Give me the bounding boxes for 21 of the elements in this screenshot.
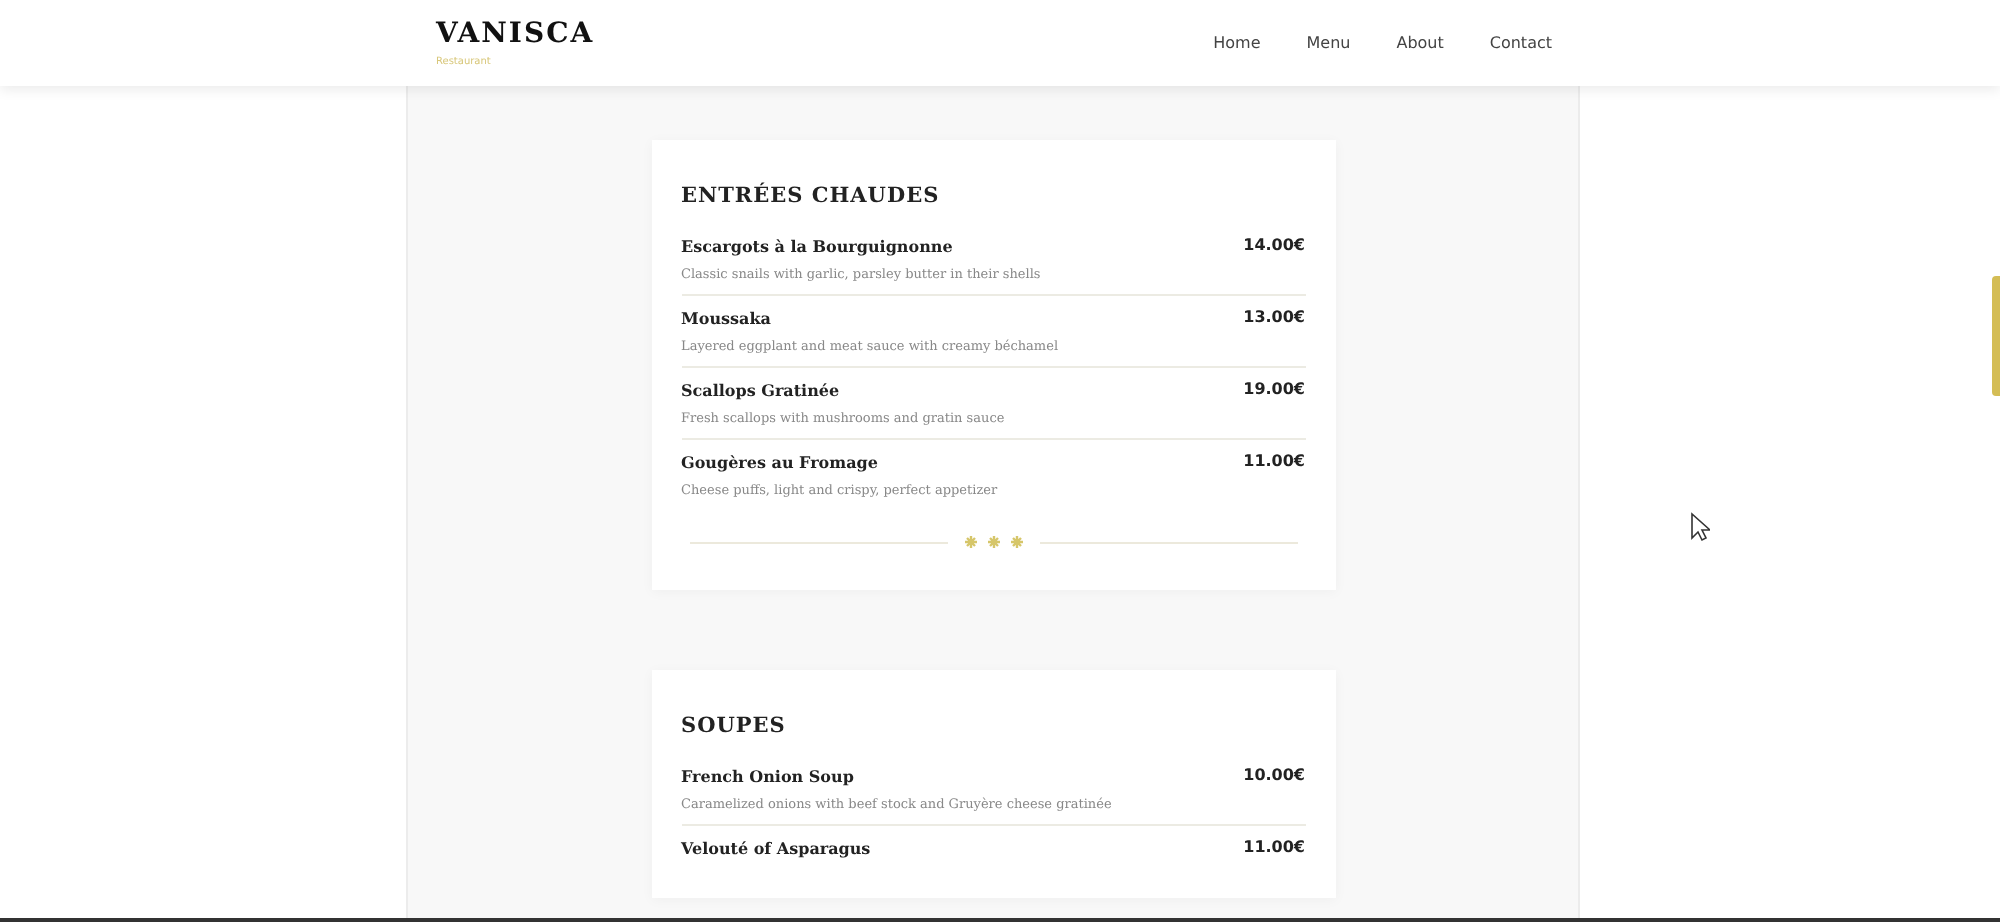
brand-name[interactable]: VANISCA (436, 18, 595, 50)
dish-price: 11.00€ (1243, 452, 1305, 472)
section-title: SOUPES (681, 714, 788, 738)
dish-name: French Onion Soup (681, 766, 854, 786)
scroll-indicator[interactable] (1992, 276, 2000, 396)
nav-link[interactable]: About (1396, 34, 1444, 52)
dish-name: Escargots à la Bourguignonne (681, 236, 953, 256)
nav-link[interactable]: Contact (1489, 34, 1552, 52)
cursor-icon (1690, 512, 1710, 542)
dish-name: Moussaka (681, 308, 771, 328)
dish-price: 11.00€ (1243, 838, 1305, 858)
dish-name: Velouté of Asparagus (681, 838, 871, 858)
dish-name: Scallops Gratinée (681, 380, 840, 400)
section-title: ENTRÉES CHAUDES (681, 184, 942, 208)
dish-price: 19.00€ (1243, 380, 1305, 400)
dish-price: 10.00€ (1243, 766, 1305, 786)
nav-link[interactable]: Menu (1306, 34, 1351, 52)
dish-price: 13.00€ (1243, 308, 1305, 328)
dish-price: 14.00€ (1243, 236, 1305, 256)
dish-name: Gougères au Fromage (681, 452, 878, 472)
nav-link[interactable]: Home (1213, 34, 1261, 52)
